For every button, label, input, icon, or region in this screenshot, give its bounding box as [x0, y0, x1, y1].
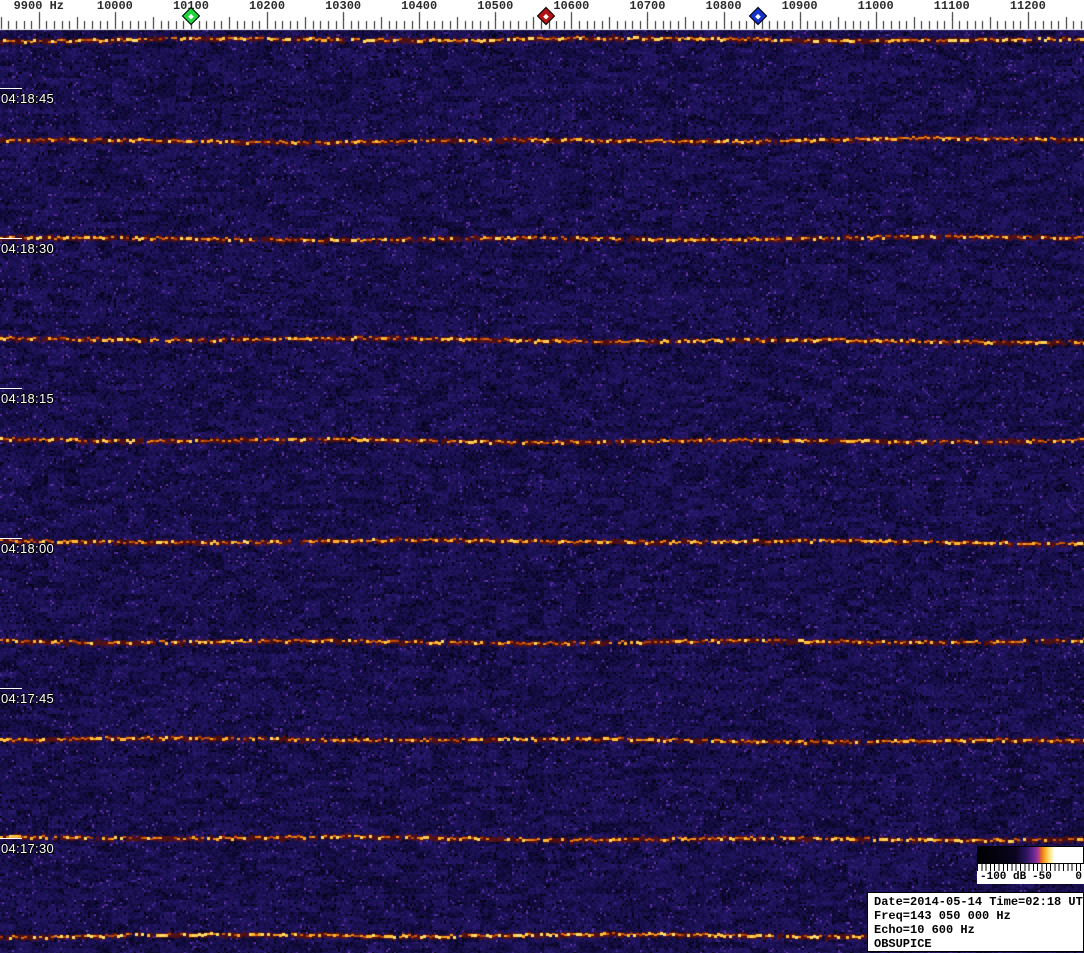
time-text: 04:18:30: [1, 241, 55, 256]
colorbar-gradient[interactable]: [977, 846, 1084, 864]
frequency-ruler[interactable]: 9900 Hz100001010010200103001040010500106…: [0, 0, 1084, 30]
colorbar-labels: -100 dB -50 0: [977, 871, 1084, 884]
ruler-label-10300: 10300: [325, 0, 362, 13]
ruler-label-11000: 11000: [857, 0, 894, 13]
time-tick: [0, 538, 22, 539]
ruler-label-10800: 10800: [705, 0, 742, 13]
colorbar-label-min: -100 dB: [980, 871, 1027, 883]
blue-marker-diamond-icon[interactable]: [748, 6, 767, 26]
ruler-label-10900: 10900: [781, 0, 818, 13]
colorbar[interactable]: -100 dB -50 0: [977, 846, 1084, 884]
ruler-label-10000: 10000: [96, 0, 133, 13]
red-marker-center-dot: [543, 13, 550, 19]
time-text: 04:18:15: [1, 391, 55, 406]
info-line-datetime: Date=2014-05-14 Time=02:18 UTC: [874, 895, 1084, 909]
green-marker-center-dot: [188, 13, 194, 19]
info-line-frequency: Freq=143 050 000 Hz: [874, 909, 1011, 923]
time-text: 04:18:00: [1, 541, 55, 556]
ruler-label-10700: 10700: [629, 0, 666, 13]
colorbar-label-max: 0: [1075, 871, 1082, 883]
info-box: Date=2014-05-14 Time=02:18 UTC Freq=143 …: [867, 892, 1084, 952]
info-line-station: OBSUPICE: [874, 937, 932, 951]
ruler-label-11100: 11100: [933, 0, 970, 13]
waterfall-window: 9900 Hz100001010010200103001040010500106…: [0, 0, 1084, 953]
time-tick: [0, 688, 22, 689]
ruler-label-10500: 10500: [477, 0, 514, 13]
time-tick: [0, 388, 22, 389]
ruler-label-10600: 10600: [553, 0, 590, 13]
colorbar-ticks: [977, 864, 1084, 871]
ruler-label-11200: 11200: [1009, 0, 1046, 13]
time-text: 04:18:45: [1, 91, 55, 106]
time-tick: [0, 838, 22, 839]
ruler-label-9900: 9900 Hz: [13, 0, 65, 13]
blue-marker-center-dot: [754, 13, 761, 19]
colorbar-label-mid: -50: [1032, 871, 1052, 883]
ruler-label-10200: 10200: [249, 0, 286, 13]
time-text: 04:17:30: [1, 841, 55, 856]
time-tick: [0, 238, 22, 239]
ruler-label-10400: 10400: [401, 0, 438, 13]
time-tick: [0, 88, 22, 89]
time-text: 04:17:45: [1, 691, 55, 706]
spectrogram-canvas[interactable]: [0, 0, 1084, 953]
info-line-echo: Echo=10 600 Hz: [874, 923, 975, 937]
